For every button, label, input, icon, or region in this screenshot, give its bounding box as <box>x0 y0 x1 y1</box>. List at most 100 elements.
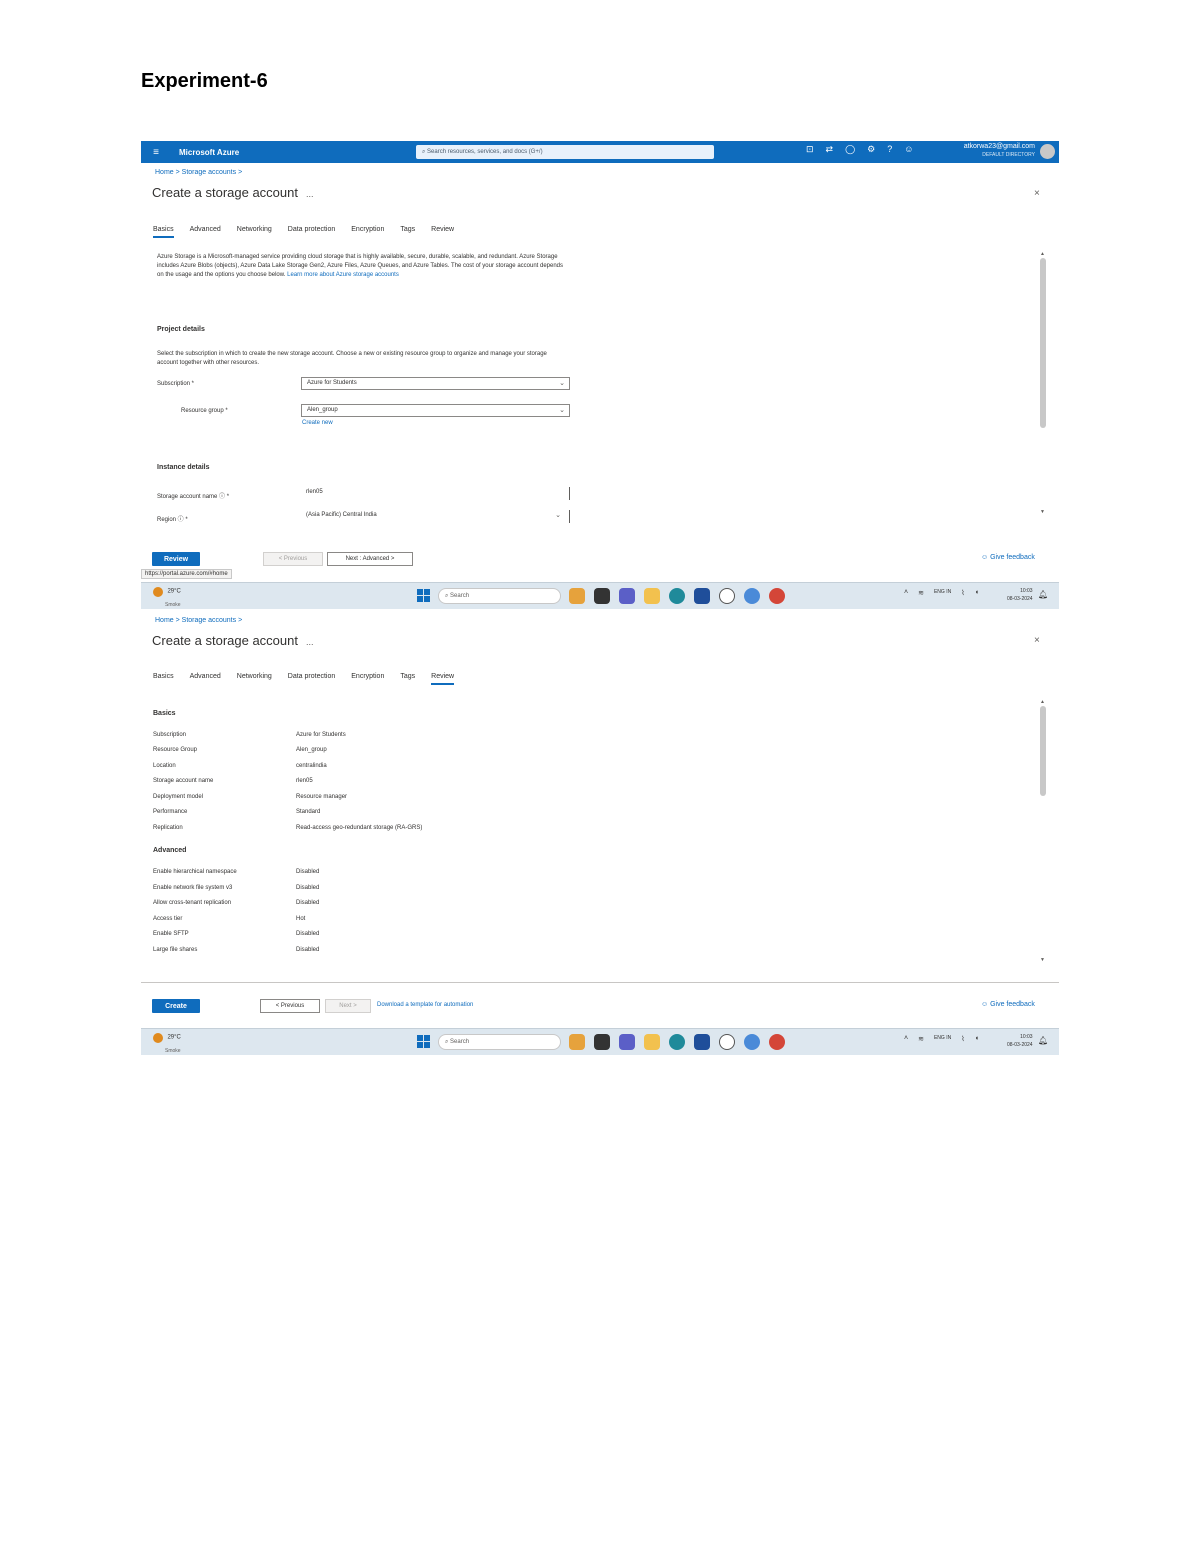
next-button[interactable]: Next > <box>325 999 371 1013</box>
review-value: Read-access geo-redundant storage (RA-GR… <box>296 825 423 831</box>
volume-icon[interactable]: ◖ <box>975 1035 979 1043</box>
subscription-select[interactable]: Azure for Students ⌄ <box>301 377 570 390</box>
settings-icon[interactable]: ⚙ <box>867 144 875 155</box>
breadcrumb[interactable]: Home > Storage accounts > <box>155 617 242 624</box>
hamburger-icon[interactable]: ≡ <box>141 147 171 158</box>
avatar[interactable] <box>1040 144 1055 159</box>
review-value: Alen_group <box>296 747 327 753</box>
wifi-icon[interactable]: ⌇ <box>961 589 964 597</box>
folder-icon[interactable] <box>644 588 660 604</box>
storage-account-name-input[interactable]: rlen05 <box>301 487 570 500</box>
file-explorer-icon[interactable] <box>594 588 610 604</box>
scrollbar[interactable] <box>1040 706 1046 796</box>
scroll-down-icon[interactable]: ▼ <box>1040 509 1045 515</box>
chrome-icon[interactable] <box>744 1034 760 1050</box>
previous-button[interactable]: < Previous <box>263 552 323 566</box>
next-advanced-button[interactable]: Next : Advanced > <box>327 552 413 566</box>
clock[interactable]: 10:03 08-03-2024 <box>1007 1033 1033 1049</box>
chrome-profile-icon[interactable] <box>769 588 785 604</box>
volume-icon[interactable]: ◖ <box>975 589 979 597</box>
network-icon[interactable]: ≋ <box>918 589 924 597</box>
tab-advanced[interactable]: Advanced <box>190 226 221 238</box>
tab-data-protection[interactable]: Data protection <box>288 226 335 238</box>
tab-advanced[interactable]: Advanced <box>190 673 221 685</box>
previous-button[interactable]: < Previous <box>260 999 320 1013</box>
language-indicator[interactable]: ENG IN <box>934 1035 951 1043</box>
global-search-input[interactable]: ⌕ Search resources, services, and docs (… <box>416 145 714 159</box>
close-icon[interactable]: × <box>1034 635 1040 646</box>
region-select[interactable]: (Asia Pacific) Central India ⌄ <box>301 510 570 523</box>
store-icon[interactable] <box>694 1034 710 1050</box>
account-info[interactable]: atkorwa23@gmail.com DEFAULT DIRECTORY <box>964 143 1035 159</box>
chrome-profile-icon[interactable] <box>769 1034 785 1050</box>
more-icon[interactable]: ... <box>306 637 314 647</box>
clock[interactable]: 10:03 08-03-2024 <box>1007 587 1033 603</box>
review-value: Disabled <box>296 931 320 937</box>
network-icon[interactable]: ≋ <box>918 1035 924 1043</box>
bell-icon[interactable]: 🔔︎ <box>1038 1036 1048 1045</box>
weather-widget[interactable]: 29°C Smoke <box>153 1033 181 1055</box>
resource-group-select[interactable]: Alen_group ⌄ <box>301 404 570 417</box>
review-button[interactable]: Review <box>152 552 200 566</box>
edge-icon[interactable] <box>669 588 685 604</box>
chevron-up-icon[interactable]: ˄ <box>904 1035 908 1043</box>
give-feedback-link[interactable]: ☺ Give feedback <box>981 1001 1035 1008</box>
start-button[interactable] <box>417 1035 431 1049</box>
chrome-icon[interactable] <box>744 588 760 604</box>
tab-basics[interactable]: Basics <box>153 673 174 685</box>
tab-networking[interactable]: Networking <box>237 673 272 685</box>
copilot-icon[interactable] <box>569 588 585 604</box>
taskbar-search-input[interactable]: ⌕ Search <box>438 1034 561 1050</box>
tab-tags[interactable]: Tags <box>400 673 415 685</box>
create-new-link[interactable]: Create new <box>302 420 333 426</box>
bell-icon[interactable]: 🔔︎ <box>1038 590 1048 599</box>
review-value: rlen05 <box>296 778 313 784</box>
edge-icon[interactable] <box>669 1034 685 1050</box>
tab-encryption[interactable]: Encryption <box>351 673 384 685</box>
teams-icon[interactable] <box>619 1034 635 1050</box>
cloud-shell-icon[interactable]: ⊡ <box>806 144 814 155</box>
help-icon[interactable]: ? <box>887 144 892 155</box>
scrollbar[interactable] <box>1040 258 1046 428</box>
taskbar-search-input[interactable]: ⌕ Search <box>438 588 561 604</box>
tab-review[interactable]: Review <box>431 673 455 685</box>
tab-data-protection[interactable]: Data protection <box>288 673 335 685</box>
folder-icon[interactable] <box>644 1034 660 1050</box>
download-template-link[interactable]: Download a template for automation <box>377 1002 473 1008</box>
taskbar-apps <box>569 588 785 604</box>
top-bar-icons: ⊡ ⇄ ◯ ⚙ ? ☺ <box>806 144 913 155</box>
create-button[interactable]: Create <box>152 999 200 1013</box>
wifi-icon[interactable]: ⌇ <box>961 1035 964 1043</box>
tab-networking[interactable]: Networking <box>237 226 272 238</box>
tab-encryption[interactable]: Encryption <box>351 226 384 238</box>
close-icon[interactable]: × <box>1034 188 1040 199</box>
xbox-icon[interactable] <box>719 1034 735 1050</box>
notifications-icon[interactable]: ◯ <box>845 144 855 155</box>
scroll-up-icon[interactable]: ▲ <box>1040 251 1045 257</box>
language-indicator[interactable]: ENG IN <box>934 589 951 597</box>
chevron-up-icon[interactable]: ˄ <box>904 589 908 597</box>
review-value: Azure for Students <box>296 732 346 738</box>
weather-widget[interactable]: 29°C Smoke <box>153 587 181 609</box>
status-bar-url: https://portal.azure.com/#home <box>141 569 232 579</box>
start-button[interactable] <box>417 589 431 603</box>
breadcrumb[interactable]: Home > Storage accounts > <box>155 169 242 176</box>
scroll-down-icon[interactable]: ▼ <box>1040 957 1045 963</box>
tab-review[interactable]: Review <box>431 226 454 238</box>
more-icon[interactable]: ... <box>306 189 314 199</box>
file-explorer-icon[interactable] <box>594 1034 610 1050</box>
learn-more-link[interactable]: Learn more about Azure storage accounts <box>287 272 399 278</box>
wizard-tabs: Basics Advanced Networking Data protecti… <box>153 673 470 685</box>
tab-basics[interactable]: Basics <box>153 226 174 238</box>
copilot-icon[interactable] <box>569 1034 585 1050</box>
teams-icon[interactable] <box>619 588 635 604</box>
review-label: Replication <box>153 825 183 831</box>
give-feedback-link[interactable]: ☺ Give feedback <box>981 554 1035 561</box>
tab-tags[interactable]: Tags <box>400 226 415 238</box>
xbox-icon[interactable] <box>719 588 735 604</box>
store-icon[interactable] <box>694 588 710 604</box>
azure-brand[interactable]: Microsoft Azure <box>179 148 239 157</box>
scroll-up-icon[interactable]: ▲ <box>1040 699 1045 705</box>
feedback-icon[interactable]: ☺ <box>904 144 913 155</box>
directory-filter-icon[interactable]: ⇄ <box>826 144 834 155</box>
